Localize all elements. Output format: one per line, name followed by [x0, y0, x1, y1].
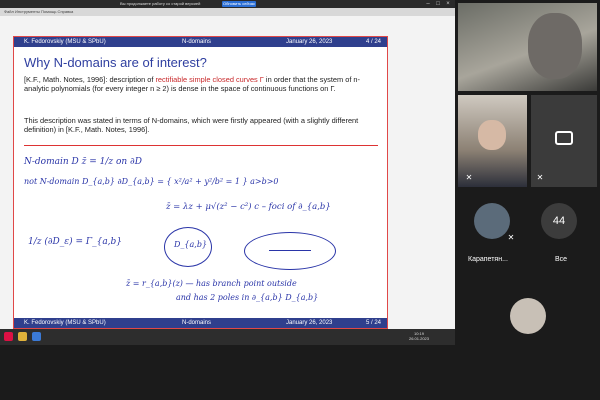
minimize-icon[interactable]: – — [424, 1, 432, 7]
update-warning: Вы продолжаете работу со старой версией — [120, 1, 201, 6]
avatar — [474, 203, 510, 239]
slide-header-date: January 26, 2023 — [286, 38, 333, 45]
handwriting-line-3: z̄ = λz + μ√(z² − c²) c – foci of ∂_{a,b… — [166, 202, 331, 212]
menu-bar[interactable]: Файл Инструменты Помощь Справка — [4, 9, 73, 14]
shared-screen: Вы продолжаете работу со старой версией … — [0, 0, 455, 345]
slide-footer-author: K. Fedorovskiy (MSU & SPbU) — [24, 319, 106, 326]
paragraph-1: [K.F., Math. Notes, 1996]: description o… — [24, 75, 379, 93]
slide-footer-date: January 26, 2023 — [286, 319, 333, 326]
all-participants-tile[interactable]: 44 Все — [531, 197, 597, 265]
slide-header-page: 4 / 24 — [366, 38, 382, 45]
participant-tile-4[interactable]: ✕ Карапетян... — [458, 197, 527, 265]
participant-2-video — [478, 120, 506, 150]
mic-off-icon: ✕ — [465, 173, 473, 182]
close-icon[interactable]: × — [444, 1, 452, 7]
browser-icon[interactable] — [32, 332, 41, 341]
slide-header-section: N-domains — [182, 38, 212, 45]
handwriting-line-6: z̄ = r_{a,b}(z) — has branch point outsi… — [126, 279, 297, 288]
participant-tile-1[interactable] — [458, 3, 597, 91]
participant-6-video — [510, 298, 546, 334]
paragraph-1-highlight: rectifiable simple closed curves Γ — [155, 75, 264, 84]
mic-off-icon: ✕ — [536, 173, 544, 182]
participants-panel: ✕ ✕ ✕ Карапетян... 44 Все — [455, 0, 600, 400]
handwriting-line-1: N-domain D z̄ = 1/z on ∂D — [24, 157, 142, 167]
participant-tile-6[interactable] — [458, 290, 597, 344]
paragraph-1-a: [K.F., Math. Notes, 1996]: description o… — [24, 75, 156, 84]
slide-footer-bar: K. Fedorovskiy (MSU & SPbU) N-domains Ja… — [14, 318, 388, 328]
clock-date: 26.01.2023 — [408, 336, 429, 341]
slide-header-bar: K. Fedorovskiy (MSU & SPbU) N-domains Ja… — [14, 37, 388, 47]
red-divider — [24, 145, 378, 146]
refresh-button[interactable]: Обновить сейчас — [222, 1, 256, 7]
app-topbar: Вы продолжаете работу со старой версией … — [0, 0, 455, 16]
participant-tile-3[interactable]: ✕ — [531, 95, 597, 187]
participant-4-name: Карапетян... — [468, 256, 508, 263]
handwriting-line-2: not N-domain D_{a,b} ∂D_{a,b} = { x²/a² … — [24, 177, 279, 186]
slide-header-author: K. Fedorovskiy (MSU & SPbU) — [24, 38, 106, 45]
handwriting-line-5: D_{a,b} — [174, 240, 208, 249]
paragraph-2: This description was stated in terms of … — [24, 116, 359, 134]
taskbar-clock: 10:19 26.01.2023 — [409, 331, 429, 341]
handwritten-circle: D_{a,b} — [164, 227, 212, 267]
all-participants-label: Все — [555, 256, 568, 263]
taskbar: 10:19 26.01.2023 — [0, 329, 455, 345]
handwritten-ellipse — [244, 232, 336, 270]
handwriting-line-4: 1/z (∂D_ε) = Γ_{a,b} — [28, 237, 123, 247]
slide-footer-page: 5 / 24 — [366, 319, 382, 326]
mic-off-icon: ✕ — [507, 233, 515, 242]
handwriting-line-7: and has 2 poles in ∂_{a,b} D_{a,b} — [176, 293, 319, 302]
participant-tile-2[interactable]: ✕ — [458, 95, 527, 187]
explorer-icon[interactable] — [18, 332, 27, 341]
start-icon[interactable] — [4, 332, 13, 341]
slide-body: Why N-domains are of interest? [K.F., Ma… — [14, 47, 388, 318]
slide-title: Why N-domains are of interest? — [24, 55, 207, 70]
slide-footer-section: N-domains — [182, 319, 212, 326]
participant-1-video — [528, 13, 582, 79]
maximize-icon[interactable]: □ — [434, 1, 442, 7]
ellipse-segment — [269, 250, 311, 251]
participant-count-badge: 44 — [541, 203, 577, 239]
screen-share-icon — [555, 131, 573, 145]
